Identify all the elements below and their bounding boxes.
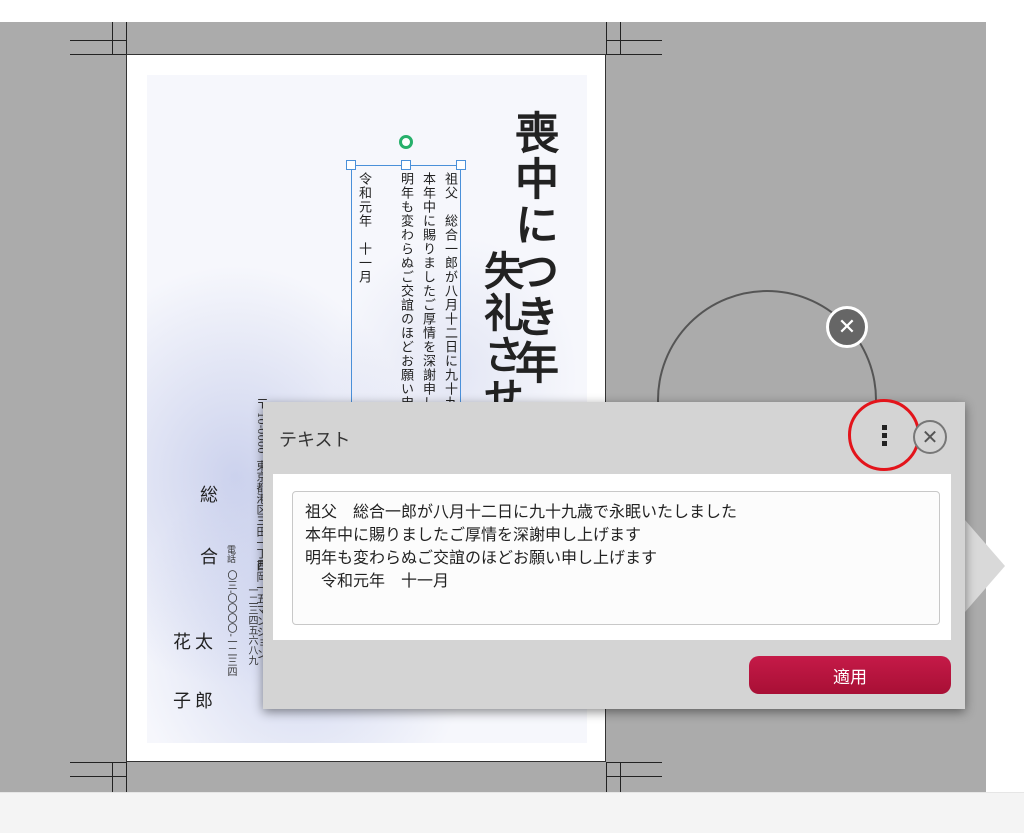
crop-mark <box>70 54 126 55</box>
selected-text-frame[interactable]: 祖父 総合一郎が八月十二日に九十九歳で永眠いたしました 本年中に賜りましたご厚情… <box>351 165 461 405</box>
phone-number: 〇三-〇〇〇〇-一二三四 <box>225 570 236 677</box>
crop-mark <box>620 22 621 54</box>
crop-mark <box>126 762 127 792</box>
dialog-pointer-arrow <box>965 520 1005 612</box>
crop-mark <box>112 22 113 54</box>
crop-mark <box>70 40 126 41</box>
crop-mark <box>606 54 662 55</box>
sender-given2-char1: 子 <box>173 691 191 712</box>
crop-mark <box>606 762 607 792</box>
footer-bar <box>0 792 1024 833</box>
phone-label: 電話 <box>225 545 235 563</box>
crop-mark <box>126 22 127 54</box>
crop-mark <box>70 762 126 763</box>
crop-mark <box>620 762 621 792</box>
sender-given1-char2: 太 <box>195 632 213 653</box>
resize-handle-top[interactable] <box>401 160 411 170</box>
card-body-line2: 本年中に賜りましたご厚情を深謝申し上げます <box>420 172 435 405</box>
dialog-title: テキスト <box>279 430 351 450</box>
crop-mark <box>606 22 607 54</box>
card-body-line1: 祖父 総合一郎が八月十二日に九十九歳で永眠いたしました <box>442 172 457 405</box>
crop-mark <box>606 40 662 41</box>
text-input[interactable] <box>292 491 940 625</box>
sender-surname-char2: 合 <box>200 547 218 568</box>
crop-mark <box>112 762 113 792</box>
card-body-line3: 明年も変わらぬご交誼のほどお願い申し上げます <box>398 172 413 405</box>
dialog-body <box>273 474 951 640</box>
resize-handle-top-right[interactable] <box>456 160 466 170</box>
card-body-date: 令和元年 十一月 <box>356 172 371 284</box>
more-vertical-icon[interactable] <box>873 417 895 453</box>
sender-given2-char2: 郎 <box>195 691 213 712</box>
resize-handle-top-left[interactable] <box>346 160 356 170</box>
crop-mark <box>606 776 662 777</box>
sender-given1-char1: 花 <box>173 632 191 653</box>
rotate-handle-icon[interactable] <box>399 135 413 149</box>
crop-mark <box>70 776 126 777</box>
text-edit-dialog: テキスト ✕ 適用 <box>263 399 965 709</box>
close-circle-icon[interactable]: ✕ <box>826 306 868 348</box>
sender-surname-char1: 総 <box>200 485 218 506</box>
apply-button[interactable]: 適用 <box>749 656 951 694</box>
close-icon[interactable]: ✕ <box>913 420 947 454</box>
crop-mark <box>606 762 662 763</box>
address-numbers: 一二三四五六八九 <box>246 585 257 665</box>
